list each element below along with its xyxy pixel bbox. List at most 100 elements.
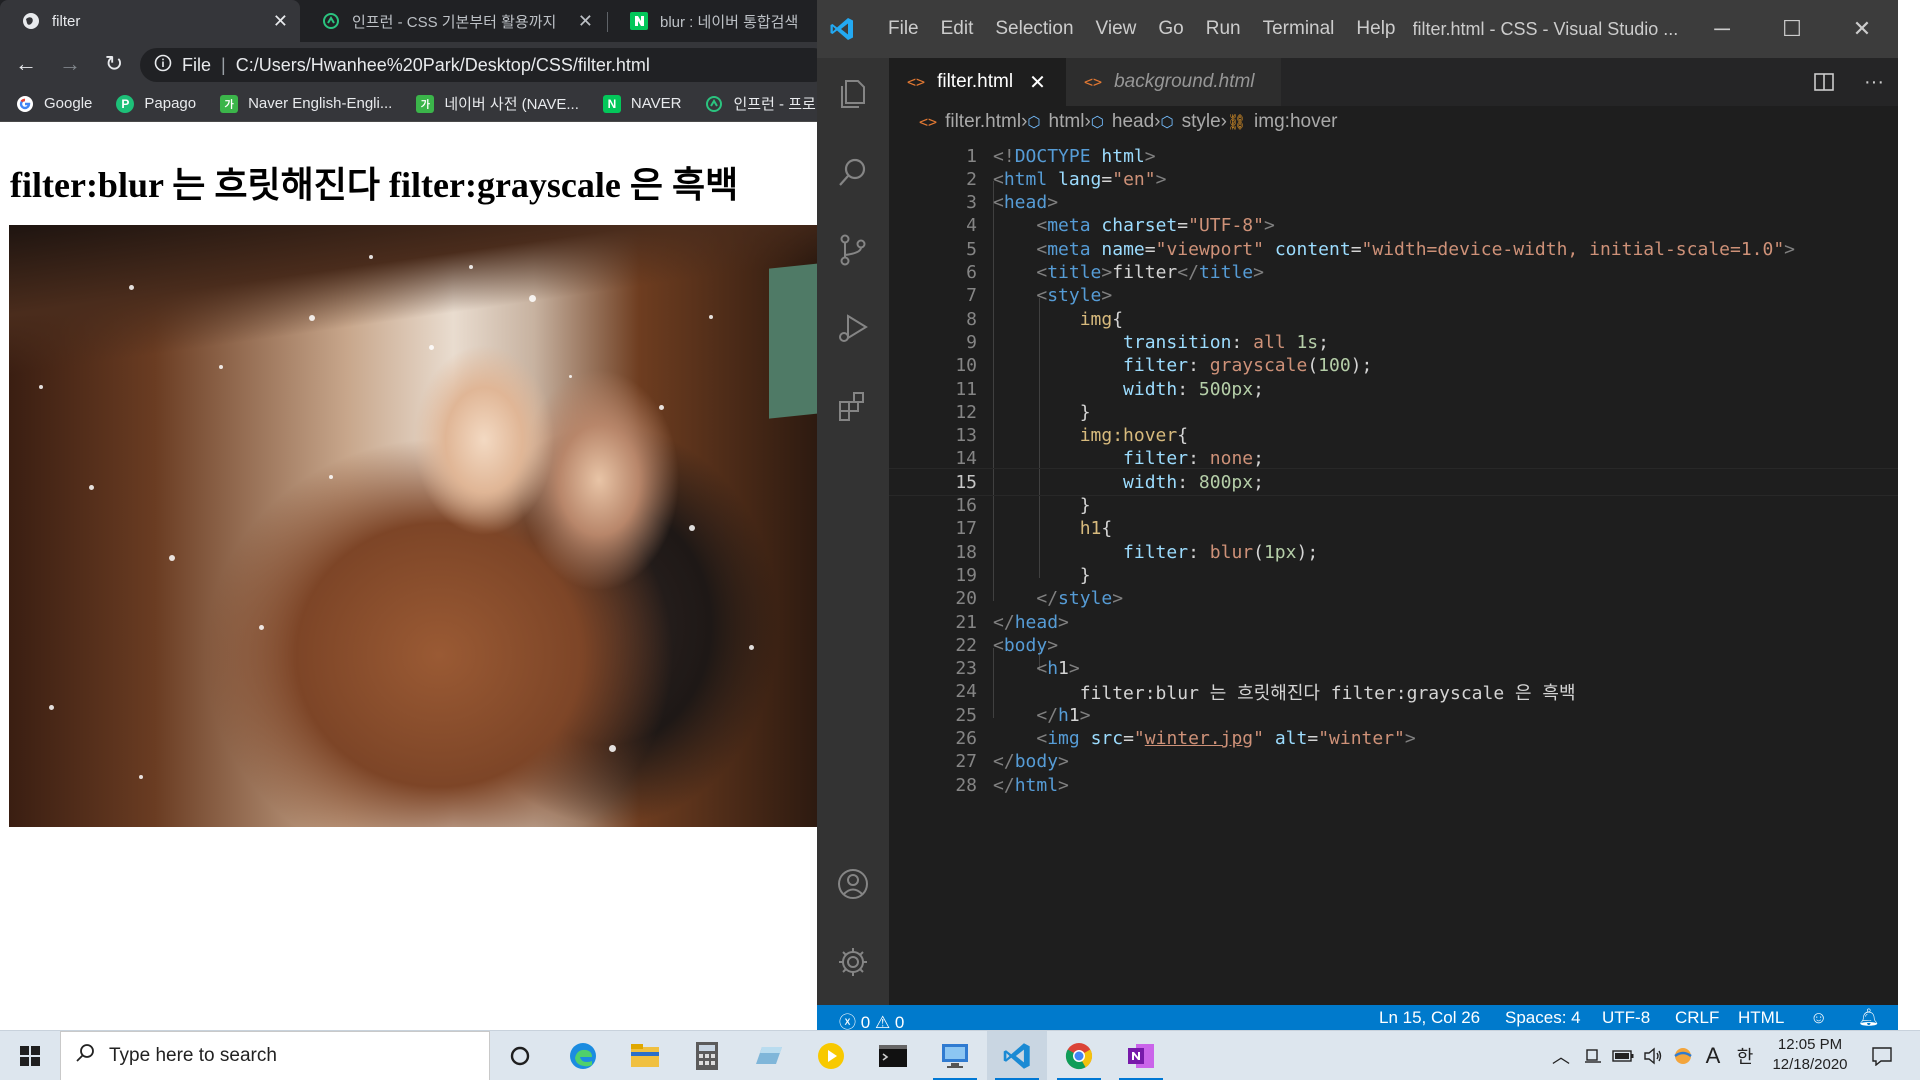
- onenote-icon[interactable]: [1111, 1031, 1171, 1080]
- papago-icon: P: [116, 94, 135, 113]
- maximize-icon[interactable]: ☐: [1757, 0, 1827, 58]
- vscode-taskbar-icon[interactable]: [987, 1031, 1047, 1080]
- more-actions-icon[interactable]: ···: [1850, 58, 1898, 106]
- network-icon[interactable]: [1668, 1031, 1698, 1080]
- naver-dict-icon: 가: [220, 94, 239, 113]
- browser-tab-naver[interactable]: blur : 네이버 통합검색: [608, 0, 817, 42]
- bookmark-naver-english[interactable]: 가 Naver English-Engli...: [220, 94, 392, 113]
- breadcrumb-item-style[interactable]: ⬡ style: [1160, 111, 1220, 133]
- snowflake: [309, 315, 315, 321]
- windows-start-icon[interactable]: [0, 1031, 60, 1080]
- system-clock[interactable]: 12:05 PM 12/18/2020: [1760, 1035, 1860, 1075]
- menu-edit[interactable]: Edit: [930, 18, 985, 40]
- line-number: 16: [955, 495, 977, 516]
- bookmark-naver-dict[interactable]: 가 네이버 사전 (NAVE...: [416, 93, 579, 114]
- tab-close-icon[interactable]: ✕: [578, 11, 593, 32]
- accounts-icon[interactable]: [817, 848, 889, 920]
- run-debug-icon[interactable]: [817, 292, 889, 364]
- taskbar-search-box[interactable]: Type here to search: [60, 1031, 490, 1080]
- split-editor-icon[interactable]: [1800, 58, 1848, 106]
- eol-setting[interactable]: CRLF: [1675, 1008, 1719, 1028]
- element-cube-icon: ⬡: [1090, 114, 1104, 131]
- cursor-position[interactable]: Ln 15, Col 26: [1379, 1008, 1480, 1028]
- input-mode-indicator[interactable]: A: [1698, 1031, 1728, 1080]
- tab-background-html[interactable]: <> background.html: [1066, 58, 1281, 106]
- breadcrumb-label: style: [1181, 111, 1221, 132]
- edge-icon[interactable]: [553, 1031, 613, 1080]
- explorer-icon[interactable]: [817, 58, 889, 130]
- snowflake: [569, 375, 572, 378]
- naver-dict-icon: 가: [416, 94, 435, 113]
- tab-filter-html[interactable]: <> filter.html ✕: [889, 58, 1066, 106]
- media-player-icon[interactable]: [801, 1031, 861, 1080]
- line-number: 12: [955, 401, 977, 423]
- address-scheme: File: [182, 54, 212, 75]
- snip-sketch-icon[interactable]: [739, 1031, 799, 1080]
- close-icon[interactable]: ✕: [1029, 70, 1046, 95]
- menu-view[interactable]: View: [1085, 18, 1148, 40]
- cortana-icon[interactable]: [490, 1031, 550, 1080]
- battery-icon[interactable]: [1608, 1031, 1638, 1080]
- tab-close-icon[interactable]: ✕: [273, 11, 288, 32]
- calculator-icon[interactable]: [677, 1031, 737, 1080]
- file-explorer-icon[interactable]: [615, 1031, 675, 1080]
- code-text: <html lang="en">: [993, 168, 1167, 190]
- forward-arrow-icon[interactable]: →: [52, 46, 88, 82]
- bookmark-naver[interactable]: N NAVER: [602, 94, 681, 113]
- minimize-icon[interactable]: ─: [1687, 0, 1757, 58]
- snowflake: [689, 525, 695, 531]
- notifications-bell-icon[interactable]: 🔔︎: [1858, 1008, 1880, 1028]
- settings-gear-icon[interactable]: [817, 926, 889, 998]
- address-bar[interactable]: File | C:/Users/Hwanhee%20Park/Desktop/C…: [140, 48, 817, 82]
- bookmark-papago[interactable]: P Papago: [116, 94, 196, 113]
- language-mode[interactable]: HTML: [1738, 1008, 1784, 1028]
- back-arrow-icon[interactable]: ←: [8, 46, 44, 82]
- code-text: }: [1079, 495, 1091, 516]
- notification-center-icon[interactable]: [1862, 1031, 1902, 1080]
- line-number: 17: [955, 518, 977, 540]
- snowflake: [329, 475, 333, 479]
- menu-go[interactable]: Go: [1147, 18, 1194, 40]
- bookmark-google[interactable]: Google: [16, 95, 92, 113]
- breadcrumb-item-html[interactable]: ⬡ html: [1027, 111, 1084, 133]
- snowflake: [749, 645, 754, 650]
- breadcrumb-item-head[interactable]: ⬡ head: [1091, 111, 1154, 133]
- encoding-setting[interactable]: UTF-8: [1602, 1008, 1650, 1028]
- device-icon[interactable]: [1578, 1031, 1608, 1080]
- vscode-menubar: File Edit Selection View Go Run Terminal…: [877, 18, 1407, 40]
- chevron-up-icon[interactable]: ︿: [1548, 1031, 1574, 1080]
- remote-desktop-icon[interactable]: [925, 1031, 985, 1080]
- snowflake: [89, 485, 94, 490]
- winter-photo[interactable]: [9, 225, 817, 827]
- code-editor[interactable]: 1 <!DOCTYPE html> 2 <html lang="en"> 3 <head>…: [889, 138, 1898, 1005]
- ime-language-indicator[interactable]: 한: [1730, 1031, 1760, 1080]
- chrome-icon[interactable]: [1049, 1031, 1109, 1080]
- line-number: 13: [955, 425, 977, 447]
- menu-run[interactable]: Run: [1195, 18, 1252, 40]
- status-bar: ⓧ 0 ⚠ 0 Ln 15, Col 26 Spaces: 4 UTF-8 CR…: [817, 1005, 1898, 1032]
- breadcrumb-item-selector[interactable]: ⛓ img:hover: [1227, 111, 1337, 133]
- breadcrumb-item-file[interactable]: <> filter.html: [919, 111, 1021, 133]
- snowflake: [39, 385, 43, 389]
- extensions-icon[interactable]: [817, 370, 889, 442]
- volume-icon[interactable]: [1638, 1031, 1668, 1080]
- menu-terminal[interactable]: Terminal: [1252, 18, 1346, 40]
- menu-file[interactable]: File: [877, 18, 930, 40]
- code-line[interactable]: 28 </html>: [889, 771, 1898, 799]
- browser-tab-filter[interactable]: filter ✕: [0, 0, 300, 42]
- bookmark-inflearn[interactable]: 인프런 - 프로: [705, 93, 816, 114]
- menu-help[interactable]: Help: [1345, 18, 1406, 40]
- feedback-icon[interactable]: ☺: [1810, 1008, 1827, 1028]
- reload-icon[interactable]: ↻: [96, 46, 132, 82]
- code-text: <meta name="viewport" content="width=dev…: [1036, 238, 1796, 260]
- indentation-setting[interactable]: Spaces: 4: [1505, 1008, 1581, 1028]
- info-icon[interactable]: [154, 54, 172, 77]
- terminal-icon[interactable]: [863, 1031, 923, 1080]
- code-text: filter: grayscale(100);: [1123, 355, 1373, 377]
- breadcrumb: <> filter.html › ⬡ html › ⬡ head › ⬡ sty…: [889, 106, 1898, 138]
- source-control-icon[interactable]: [817, 214, 889, 286]
- close-window-icon[interactable]: ✕: [1827, 0, 1897, 58]
- browser-tab-inflearn[interactable]: 인프런 - CSS 기본부터 활용까지 ✕: [300, 0, 605, 42]
- search-icon[interactable]: [817, 136, 889, 208]
- menu-selection[interactable]: Selection: [984, 18, 1084, 40]
